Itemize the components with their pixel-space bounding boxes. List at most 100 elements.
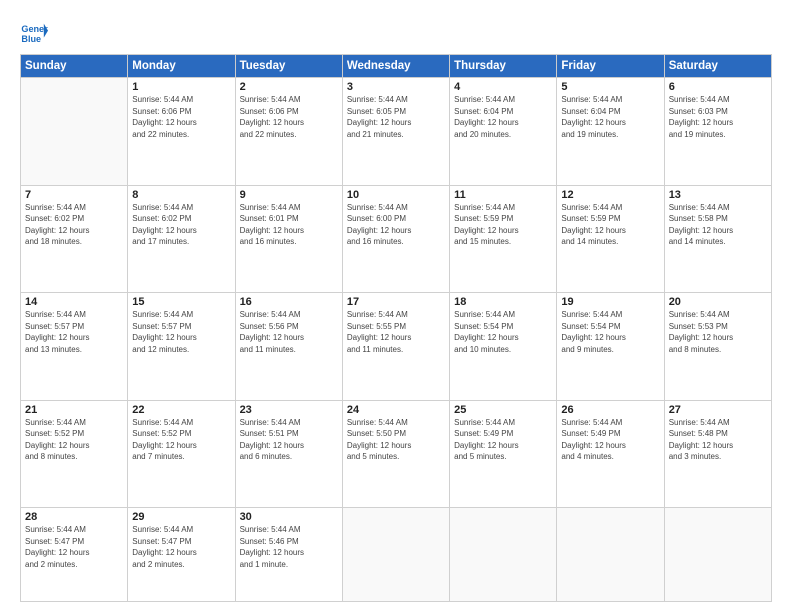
weekday-header-monday: Monday (128, 55, 235, 78)
calendar-cell: 3Sunrise: 5:44 AM Sunset: 6:05 PM Daylig… (342, 78, 449, 186)
day-info: Sunrise: 5:44 AM Sunset: 5:48 PM Dayligh… (669, 417, 767, 463)
day-info: Sunrise: 5:44 AM Sunset: 5:57 PM Dayligh… (132, 309, 230, 355)
day-info: Sunrise: 5:44 AM Sunset: 6:00 PM Dayligh… (347, 202, 445, 248)
calendar-cell: 4Sunrise: 5:44 AM Sunset: 6:04 PM Daylig… (450, 78, 557, 186)
day-info: Sunrise: 5:44 AM Sunset: 6:06 PM Dayligh… (240, 94, 338, 140)
page: General Blue SundayMondayTuesdayWednesda… (0, 0, 792, 612)
day-info: Sunrise: 5:44 AM Sunset: 6:02 PM Dayligh… (132, 202, 230, 248)
day-info: Sunrise: 5:44 AM Sunset: 5:53 PM Dayligh… (669, 309, 767, 355)
calendar-cell: 25Sunrise: 5:44 AM Sunset: 5:49 PM Dayli… (450, 400, 557, 508)
day-info: Sunrise: 5:44 AM Sunset: 5:49 PM Dayligh… (454, 417, 552, 463)
day-info: Sunrise: 5:44 AM Sunset: 5:59 PM Dayligh… (561, 202, 659, 248)
day-info: Sunrise: 5:44 AM Sunset: 5:49 PM Dayligh… (561, 417, 659, 463)
day-info: Sunrise: 5:44 AM Sunset: 5:51 PM Dayligh… (240, 417, 338, 463)
day-number: 9 (240, 189, 338, 201)
calendar-cell: 9Sunrise: 5:44 AM Sunset: 6:01 PM Daylig… (235, 185, 342, 293)
weekday-header-friday: Friday (557, 55, 664, 78)
day-number: 12 (561, 189, 659, 201)
day-info: Sunrise: 5:44 AM Sunset: 5:47 PM Dayligh… (132, 524, 230, 570)
day-info: Sunrise: 5:44 AM Sunset: 5:54 PM Dayligh… (454, 309, 552, 355)
weekday-header-wednesday: Wednesday (342, 55, 449, 78)
day-number: 4 (454, 81, 552, 93)
calendar-cell: 15Sunrise: 5:44 AM Sunset: 5:57 PM Dayli… (128, 293, 235, 401)
day-number: 18 (454, 296, 552, 308)
calendar-cell: 5Sunrise: 5:44 AM Sunset: 6:04 PM Daylig… (557, 78, 664, 186)
day-number: 24 (347, 404, 445, 416)
weekday-header-row: SundayMondayTuesdayWednesdayThursdayFrid… (21, 55, 772, 78)
day-number: 16 (240, 296, 338, 308)
day-number: 14 (25, 296, 123, 308)
day-info: Sunrise: 5:44 AM Sunset: 5:52 PM Dayligh… (132, 417, 230, 463)
svg-text:Blue: Blue (21, 34, 41, 44)
calendar-cell (664, 508, 771, 602)
day-number: 20 (669, 296, 767, 308)
calendar-cell: 6Sunrise: 5:44 AM Sunset: 6:03 PM Daylig… (664, 78, 771, 186)
day-info: Sunrise: 5:44 AM Sunset: 5:54 PM Dayligh… (561, 309, 659, 355)
calendar-cell: 11Sunrise: 5:44 AM Sunset: 5:59 PM Dayli… (450, 185, 557, 293)
day-info: Sunrise: 5:44 AM Sunset: 6:03 PM Dayligh… (669, 94, 767, 140)
day-number: 2 (240, 81, 338, 93)
calendar-cell: 7Sunrise: 5:44 AM Sunset: 6:02 PM Daylig… (21, 185, 128, 293)
calendar-cell: 24Sunrise: 5:44 AM Sunset: 5:50 PM Dayli… (342, 400, 449, 508)
logo: General Blue (20, 18, 52, 46)
day-number: 17 (347, 296, 445, 308)
day-number: 1 (132, 81, 230, 93)
calendar-cell (342, 508, 449, 602)
day-number: 28 (25, 511, 123, 523)
header: General Blue (20, 18, 772, 46)
calendar-cell: 16Sunrise: 5:44 AM Sunset: 5:56 PM Dayli… (235, 293, 342, 401)
day-info: Sunrise: 5:44 AM Sunset: 5:57 PM Dayligh… (25, 309, 123, 355)
day-info: Sunrise: 5:44 AM Sunset: 6:02 PM Dayligh… (25, 202, 123, 248)
calendar-week-row: 7Sunrise: 5:44 AM Sunset: 6:02 PM Daylig… (21, 185, 772, 293)
day-number: 3 (347, 81, 445, 93)
day-info: Sunrise: 5:44 AM Sunset: 5:58 PM Dayligh… (669, 202, 767, 248)
calendar-week-row: 14Sunrise: 5:44 AM Sunset: 5:57 PM Dayli… (21, 293, 772, 401)
calendar-cell: 13Sunrise: 5:44 AM Sunset: 5:58 PM Dayli… (664, 185, 771, 293)
day-info: Sunrise: 5:44 AM Sunset: 5:50 PM Dayligh… (347, 417, 445, 463)
calendar-week-row: 21Sunrise: 5:44 AM Sunset: 5:52 PM Dayli… (21, 400, 772, 508)
day-number: 23 (240, 404, 338, 416)
weekday-header-thursday: Thursday (450, 55, 557, 78)
day-number: 8 (132, 189, 230, 201)
calendar-cell: 19Sunrise: 5:44 AM Sunset: 5:54 PM Dayli… (557, 293, 664, 401)
day-number: 13 (669, 189, 767, 201)
day-info: Sunrise: 5:44 AM Sunset: 6:04 PM Dayligh… (561, 94, 659, 140)
calendar-cell (21, 78, 128, 186)
calendar-cell: 18Sunrise: 5:44 AM Sunset: 5:54 PM Dayli… (450, 293, 557, 401)
calendar-cell: 22Sunrise: 5:44 AM Sunset: 5:52 PM Dayli… (128, 400, 235, 508)
calendar-cell: 29Sunrise: 5:44 AM Sunset: 5:47 PM Dayli… (128, 508, 235, 602)
day-number: 25 (454, 404, 552, 416)
day-info: Sunrise: 5:44 AM Sunset: 5:56 PM Dayligh… (240, 309, 338, 355)
calendar-cell: 1Sunrise: 5:44 AM Sunset: 6:06 PM Daylig… (128, 78, 235, 186)
calendar-week-row: 1 Sunrise: 5:44 AM Sunset: 6:06 PM Daylig… (21, 78, 772, 186)
calendar-cell: 26Sunrise: 5:44 AM Sunset: 5:49 PM Dayli… (557, 400, 664, 508)
calendar-cell: 17Sunrise: 5:44 AM Sunset: 5:55 PM Dayli… (342, 293, 449, 401)
day-number: 7 (25, 189, 123, 201)
day-info: Sunrise: 5:44 AM Sunset: 5:52 PM Dayligh… (25, 417, 123, 463)
calendar-cell: 14Sunrise: 5:44 AM Sunset: 5:57 PM Dayli… (21, 293, 128, 401)
calendar-cell: 10Sunrise: 5:44 AM Sunset: 6:00 PM Dayli… (342, 185, 449, 293)
day-info: Sunrise: 5:44 AM Sunset: 5:47 PM Dayligh… (25, 524, 123, 570)
calendar-cell: 28Sunrise: 5:44 AM Sunset: 5:47 PM Dayli… (21, 508, 128, 602)
day-info: Sunrise: 5:44 AM Sunset: 6:01 PM Dayligh… (240, 202, 338, 248)
day-number: 22 (132, 404, 230, 416)
day-info: Sunrise: 5:44 AM Sunset: 5:55 PM Dayligh… (347, 309, 445, 355)
calendar-cell: 23Sunrise: 5:44 AM Sunset: 5:51 PM Dayli… (235, 400, 342, 508)
day-number: 19 (561, 296, 659, 308)
weekday-header-saturday: Saturday (664, 55, 771, 78)
day-number: 11 (454, 189, 552, 201)
calendar-cell: 2Sunrise: 5:44 AM Sunset: 6:06 PM Daylig… (235, 78, 342, 186)
calendar-week-row: 28Sunrise: 5:44 AM Sunset: 5:47 PM Dayli… (21, 508, 772, 602)
calendar-table: SundayMondayTuesdayWednesdayThursdayFrid… (20, 54, 772, 602)
day-info: Sunrise: 5:44 AM Sunset: 6:05 PM Dayligh… (347, 94, 445, 140)
day-number: 29 (132, 511, 230, 523)
day-number: 15 (132, 296, 230, 308)
day-number: 6 (669, 81, 767, 93)
calendar-cell: 30Sunrise: 5:44 AM Sunset: 5:46 PM Dayli… (235, 508, 342, 602)
weekday-header-tuesday: Tuesday (235, 55, 342, 78)
day-info: Sunrise: 5:44 AM Sunset: 5:59 PM Dayligh… (454, 202, 552, 248)
calendar-cell: 27Sunrise: 5:44 AM Sunset: 5:48 PM Dayli… (664, 400, 771, 508)
calendar-cell: 20Sunrise: 5:44 AM Sunset: 5:53 PM Dayli… (664, 293, 771, 401)
calendar-cell: 8Sunrise: 5:44 AM Sunset: 6:02 PM Daylig… (128, 185, 235, 293)
day-number: 26 (561, 404, 659, 416)
